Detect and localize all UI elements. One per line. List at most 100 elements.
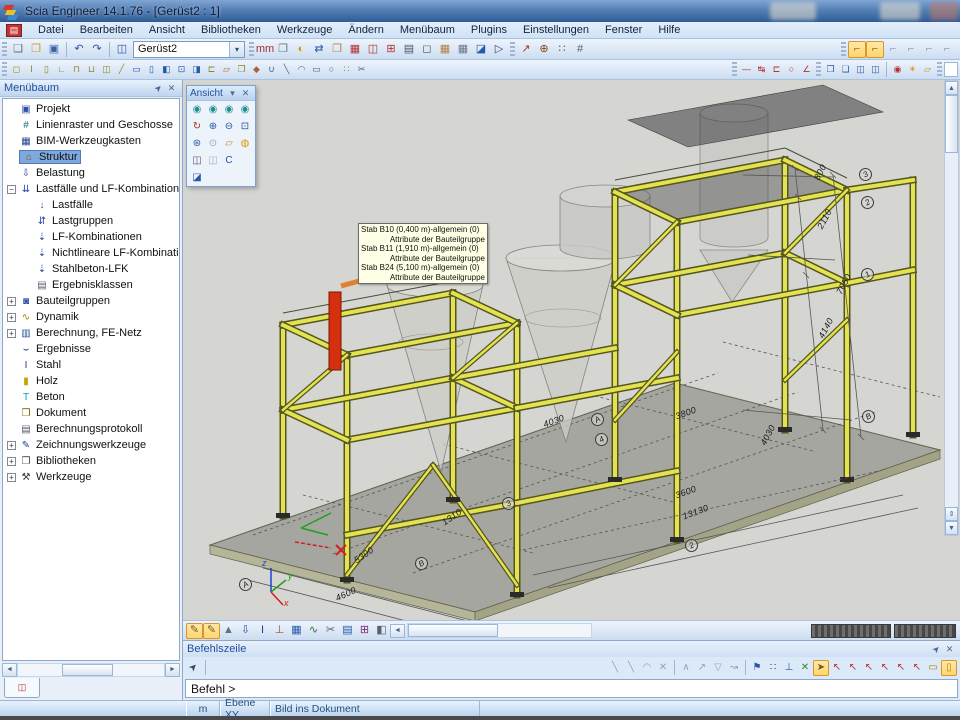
ansicht-palette[interactable]: Ansicht ▾ ✕ ◉◉◉◉↻⊕⊖⊡⊛⊙▱◍◫◫C◪ bbox=[186, 85, 256, 187]
toolbar-grip[interactable] bbox=[249, 42, 254, 57]
sidebar-item-berechnung-fe-netz[interactable]: +▥Berechnung, FE-Netz bbox=[3, 325, 179, 341]
arc-tool-icon[interactable]: ◠ bbox=[294, 63, 309, 77]
sidebar-item-werkzeuge[interactable]: +⚒Werkzeuge bbox=[3, 469, 179, 485]
ansicht-palette-header[interactable]: Ansicht ▾ ✕ bbox=[187, 86, 255, 101]
cursor-mode-3-icon[interactable]: ↖ bbox=[861, 660, 877, 676]
vscroll-track[interactable] bbox=[945, 153, 958, 507]
select-polygon-icon[interactable]: ⌐ bbox=[884, 41, 902, 58]
vscroll-thumb[interactable] bbox=[945, 95, 958, 153]
sidebar-item-struktur[interactable]: ⌂Struktur bbox=[3, 149, 179, 165]
new-opening-icon[interactable]: ⊡ bbox=[174, 63, 189, 77]
show-model-icon[interactable]: ▦ bbox=[288, 623, 305, 639]
view-z-icon[interactable]: ◉ bbox=[221, 102, 237, 117]
zoom-in-icon[interactable]: ⊕ bbox=[205, 119, 221, 134]
sidebar-item-stahlbeton-lfk[interactable]: ⇣Stahlbeton-LFK bbox=[3, 261, 179, 277]
activity-icon[interactable]: ◐ bbox=[292, 41, 310, 58]
sidebar-item-beton[interactable]: TBeton bbox=[3, 389, 179, 405]
sidebar-item-dynamik[interactable]: +∿Dynamik bbox=[3, 309, 179, 325]
sidebar-item-lf-kombinationen[interactable]: ⇣LF-Kombinationen bbox=[3, 229, 179, 245]
sidebar-item-lastfaelle[interactable]: ↓Lastfälle bbox=[3, 197, 179, 213]
sidebar-tab-menubaum[interactable]: ◫ bbox=[4, 678, 40, 698]
dim-angle-icon[interactable]: ∠ bbox=[799, 63, 814, 77]
sidebar-item-bauteilgruppen[interactable]: +◙Bauteilgruppen bbox=[3, 293, 179, 309]
sidebar-item-ergebnisklassen[interactable]: ▤Ergebnisklassen bbox=[3, 277, 179, 293]
cursor-flag-icon[interactable]: ⚑ bbox=[749, 660, 765, 676]
view-parameters-icon[interactable]: ▱ bbox=[221, 136, 237, 151]
menu-item-bibliotheken[interactable]: Bibliotheken bbox=[193, 23, 269, 37]
select-previous-icon[interactable]: ⌐ bbox=[938, 41, 956, 58]
new-document-icon[interactable]: ❏ bbox=[9, 41, 27, 58]
toolbar-grip[interactable] bbox=[841, 42, 846, 57]
trim-tool-icon[interactable]: ✂ bbox=[354, 63, 369, 77]
menu-item-bearbeiten[interactable]: Bearbeiten bbox=[72, 23, 141, 37]
show-mesh-icon[interactable]: ⊞ bbox=[356, 623, 373, 639]
sidebar-hscroll-track[interactable] bbox=[17, 663, 165, 677]
layers-manager-icon[interactable]: ❐ bbox=[274, 41, 292, 58]
fe-mesh-icon[interactable]: ▦ bbox=[346, 41, 364, 58]
dim-line-icon[interactable]: — bbox=[739, 63, 754, 77]
tree-expander-icon[interactable]: + bbox=[7, 457, 16, 466]
undo-icon[interactable]: ↶ bbox=[70, 41, 88, 58]
modify-union-icon[interactable]: ∪ bbox=[264, 63, 279, 77]
show-loads-icon[interactable]: ⇩ bbox=[237, 623, 254, 639]
close-icon[interactable]: ✕ bbox=[239, 87, 252, 100]
sidebar-item-lastgruppen[interactable]: ⇵Lastgruppen bbox=[3, 213, 179, 229]
new-column-icon[interactable]: ▯ bbox=[39, 63, 54, 77]
chevron-down-icon[interactable]: ▾ bbox=[229, 42, 244, 57]
new-purlin-icon[interactable]: ⊔ bbox=[84, 63, 99, 77]
new-node-icon[interactable]: ◻ bbox=[9, 63, 24, 77]
tree-expander-icon[interactable]: + bbox=[7, 473, 16, 482]
tree-expander-icon[interactable]: + bbox=[7, 313, 16, 322]
new-rib-icon[interactable]: ⊏ bbox=[204, 63, 219, 77]
grid-snap-icon[interactable]: ∷ bbox=[765, 660, 781, 676]
select-single-icon[interactable]: ⌐ bbox=[848, 41, 866, 58]
units-icon[interactable]: mm bbox=[256, 41, 274, 58]
sidebar-item-bim-werkzeugkasten[interactable]: ▦BIM-Werkzeugkasten bbox=[3, 133, 179, 149]
snap-ortho-icon[interactable]: ↗ bbox=[694, 660, 710, 676]
show-steel-icon[interactable]: I bbox=[254, 623, 271, 639]
new-member-icon[interactable]: I bbox=[24, 63, 39, 77]
snap-mid-icon[interactable]: ╲ bbox=[623, 660, 639, 676]
dim-bracket-icon[interactable]: ⊏ bbox=[769, 63, 784, 77]
open-folder-icon[interactable]: ❐ bbox=[27, 41, 45, 58]
open-attributes-icon[interactable]: ▱ bbox=[920, 63, 935, 77]
sidebar-hscroll-thumb[interactable] bbox=[62, 664, 113, 676]
print-preview-icon[interactable]: ◻ bbox=[418, 41, 436, 58]
pointer-arrow-icon[interactable]: ➤ bbox=[183, 656, 206, 679]
snap-tangent-icon[interactable]: ▽ bbox=[710, 660, 726, 676]
new-bracing-icon[interactable]: ╱ bbox=[114, 63, 129, 77]
viewport-hscroll-thumb[interactable] bbox=[408, 624, 498, 637]
view-axo-icon[interactable]: ◉ bbox=[237, 102, 253, 117]
dim-double-icon[interactable]: ↹ bbox=[754, 63, 769, 77]
toolbar-grip[interactable] bbox=[2, 62, 7, 77]
snap-line-icon[interactable]: ╲ bbox=[607, 660, 623, 676]
dim-circle-icon[interactable]: ○ bbox=[784, 63, 799, 77]
scroll-split-icon[interactable]: ⇕ bbox=[945, 507, 958, 521]
menu-item-datei[interactable]: Datei bbox=[30, 23, 72, 37]
show-axes-icon[interactable]: ▲ bbox=[220, 623, 237, 639]
scroll-up-icon[interactable]: ▲ bbox=[945, 81, 958, 95]
statusbar-cell[interactable]: m bbox=[186, 701, 220, 716]
tracking-icon[interactable]: ➤ bbox=[813, 660, 829, 676]
docked-panel-preview[interactable] bbox=[811, 624, 891, 638]
snap-angle-icon[interactable]: ∧ bbox=[678, 660, 694, 676]
copy-add-icon[interactable]: ◫ bbox=[853, 63, 868, 77]
snap-arc-icon[interactable]: ◠ bbox=[639, 660, 655, 676]
sidebar-item-holz[interactable]: ▮Holz bbox=[3, 373, 179, 389]
menu-item-ansicht[interactable]: Ansicht bbox=[141, 23, 193, 37]
menu-item-werkzeuge[interactable]: Werkzeuge bbox=[269, 23, 340, 37]
new-beam-icon[interactable]: ∟ bbox=[54, 63, 69, 77]
sidebar-item-zeichnungswerkzeuge[interactable]: +✎Zeichnungswerkzeuge bbox=[3, 437, 179, 453]
picture-gallery-icon[interactable]: ▦ bbox=[436, 41, 454, 58]
command-window-icon[interactable]: ▯ bbox=[941, 660, 957, 676]
clipboard-icon[interactable]: ❐ bbox=[328, 41, 346, 58]
docked-panel-preview[interactable] bbox=[894, 624, 956, 638]
show-sections-icon[interactable]: ✂ bbox=[322, 623, 339, 639]
print-picture-icon[interactable]: ◫ bbox=[189, 153, 205, 168]
dot-grid-icon[interactable]: ∷ bbox=[553, 41, 571, 58]
view-settings-icon[interactable]: ◪ bbox=[189, 170, 205, 185]
snap-point-icon[interactable]: ∷ bbox=[339, 63, 354, 77]
sidebar-item-berechnungsprotokoll[interactable]: ▤Berechnungsprotokoll bbox=[3, 421, 179, 437]
model-viewport[interactable]: 8002110705041404030380036001313040301310… bbox=[183, 80, 960, 620]
show-results-icon[interactable]: ∿ bbox=[305, 623, 322, 639]
